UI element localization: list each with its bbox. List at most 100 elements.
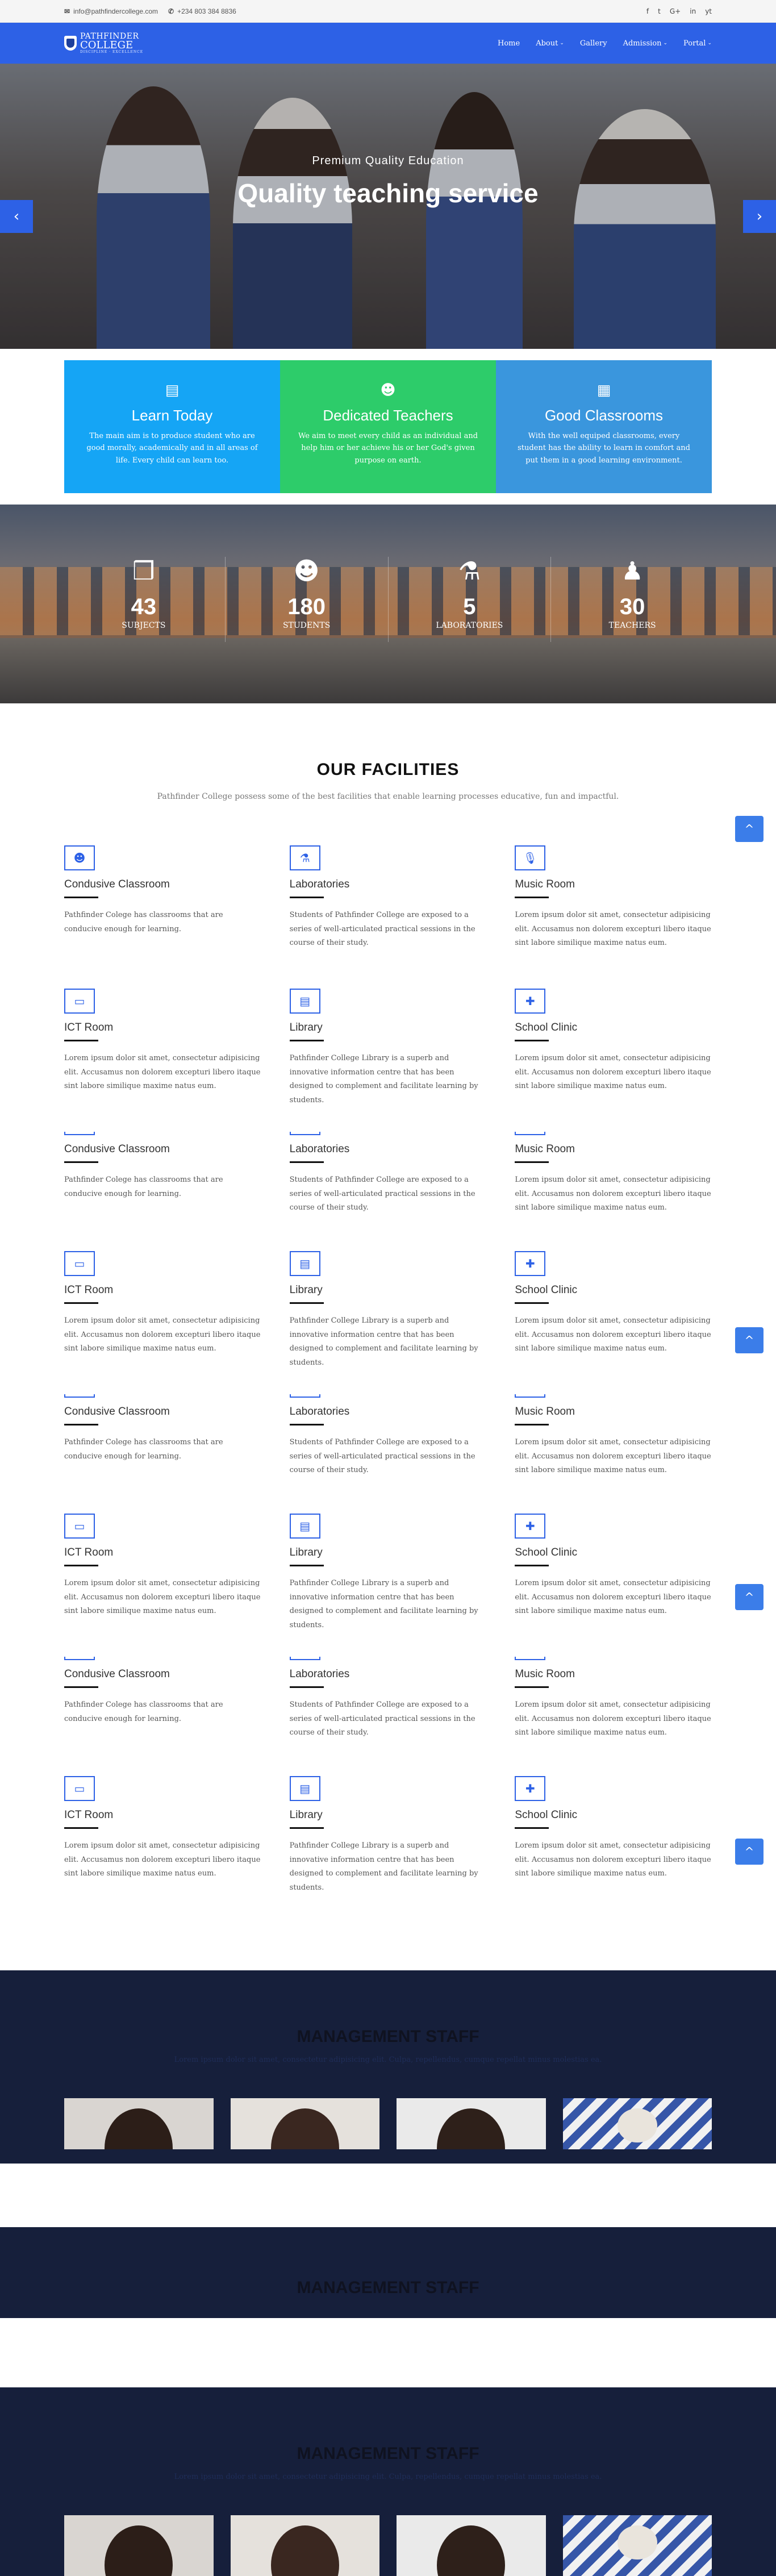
facility-text: Lorem ipsum dolor sit amet, consectetur … <box>515 1438 711 1475</box>
management-subtitle: Lorem ipsum dolor sit amet, consectetur … <box>174 2473 602 2481</box>
microphone-icon: 🎙 <box>515 845 546 870</box>
facility-music-room: 🎙 Music Room Lorem ipsum dolor sit amet, c… <box>515 1657 712 1776</box>
linkedin-icon[interactable]: in <box>690 7 696 15</box>
facility-title: Library <box>289 1284 323 1296</box>
laptop-icon: ▭ <box>64 1514 95 1539</box>
nav-gallery[interactable]: Gallery <box>580 39 607 48</box>
users-icon: ☻ <box>293 557 320 586</box>
facility-text: Lorem ipsum dolor sit amet, consectetur … <box>515 1700 711 1737</box>
twitter-icon[interactable]: t <box>658 7 661 15</box>
google-plus-icon[interactable]: G+ <box>670 7 681 15</box>
staff-photo[interactable] <box>562 2515 712 2576</box>
facility-school-clinic: ✚ School Clinic Lorem ipsum dolor sit amet… <box>515 1251 712 1394</box>
nav-admission[interactable]: Admission ⌄ <box>623 39 667 48</box>
facility-title: Laboratories <box>289 878 350 890</box>
book-icon: ▤ <box>289 989 320 1014</box>
facility-title: Library <box>289 1809 323 1821</box>
management-title: MANAGEMENT STAFF <box>297 2278 479 2297</box>
flask-icon: ⚗ <box>458 557 481 586</box>
facility-ict-room: ▭ ICT Room Lorem ipsum dolor sit amet, con… <box>64 1251 261 1394</box>
facility-title: School Clinic <box>515 1284 578 1296</box>
site-logo[interactable]: PATHFINDER COLLEGE DISCIPLINE · EXCELLEN… <box>64 32 143 54</box>
facility-laboratories: ⚗ Laboratories Students of Pathfinder Coll… <box>289 1132 487 1251</box>
feature-boxes: ▤ Learn Today The main aim is to produce… <box>64 360 712 493</box>
microphone-icon: 🎙 <box>515 1657 546 1660</box>
topbar: ✉ info@pathfindercollege.com ✆ +234 803 38… <box>0 0 776 23</box>
nav-home[interactable]: Home <box>498 39 520 48</box>
hero-eyebrow: Premium Quality Education <box>312 155 464 167</box>
chevron-up-icon: ^ <box>744 1845 754 1858</box>
stat-teachers: ♟ 30 Teachers <box>551 557 714 642</box>
staff-photo[interactable] <box>64 2098 214 2149</box>
chevron-up-icon: ^ <box>744 822 754 836</box>
staff-photo[interactable] <box>64 2515 214 2576</box>
facility-text: Students of Pathfinder College are expos… <box>289 911 475 948</box>
facility-text: Pathfinder College Library is a superb a… <box>289 1841 478 1893</box>
facility-condusive-classroom: ☻ Condusive Classroom Pathfinder Colege ha… <box>64 1657 261 1776</box>
nav-portal[interactable]: Portal ⌄ <box>683 39 712 48</box>
facility-music-room: 🎙 Music Room Lorem ipsum dolor sit amet, c… <box>515 1132 712 1251</box>
facility-title: ICT Room <box>64 1547 114 1558</box>
facility-text: Pathfinder College Library is a superb a… <box>289 1316 478 1368</box>
facility-text: Pathfinder Colege has classrooms that ar… <box>64 1700 223 1723</box>
facility-title: ICT Room <box>64 1022 114 1033</box>
book-icon: ▤ <box>289 1514 320 1539</box>
users-icon: ☻ <box>64 845 95 870</box>
feature-good-classrooms: ▦ Good Classrooms With the well equiped … <box>496 360 712 493</box>
flask-icon: ⚗ <box>289 1394 320 1398</box>
feature-dedicated-teachers: ☻ Dedicated Teachers We aim to meet ever… <box>280 360 496 493</box>
stat-students: ☻ 180 Students <box>226 557 389 642</box>
back-to-top-button[interactable]: ^ <box>735 1327 764 1353</box>
staff-photo[interactable] <box>397 2515 546 2576</box>
envelope-icon: ✉ <box>64 7 70 15</box>
staff-photo[interactable] <box>397 2098 546 2149</box>
nav-about[interactable]: About ⌄ <box>536 39 564 48</box>
phone-icon: ✆ <box>168 7 174 15</box>
facility-text: Pathfinder College Library is a superb a… <box>289 1054 478 1105</box>
facility-title: Library <box>289 1022 323 1033</box>
facility-text: Students of Pathfinder College are expos… <box>289 1700 475 1737</box>
youtube-icon[interactable]: yt <box>705 7 712 15</box>
facility-library: ▤ Library Pathfinder College Library is a … <box>289 989 487 1132</box>
phone-contact[interactable]: ✆ +234 803 384 8836 <box>168 7 236 15</box>
facility-text: Lorem ipsum dolor sit amet, consectetur … <box>64 1841 261 1878</box>
facility-text: Lorem ipsum dolor sit amet, consectetur … <box>64 1579 261 1616</box>
facility-title: Music Room <box>515 1143 575 1155</box>
facilities-subtitle: Pathfinder College possess some of the b… <box>157 792 619 801</box>
back-to-top-button[interactable]: ^ <box>735 816 764 842</box>
facility-title: Laboratories <box>289 1668 350 1680</box>
back-to-top-button[interactable]: ^ <box>735 1839 764 1865</box>
facility-school-clinic: ✚ School Clinic Lorem ipsum dolor sit amet… <box>515 1776 712 1919</box>
back-to-top-button[interactable]: ^ <box>735 1584 764 1610</box>
staff-photo[interactable] <box>230 2515 379 2576</box>
chevron-up-icon: ^ <box>744 1333 754 1347</box>
facility-title: Condusive Classroom <box>64 878 170 890</box>
facility-title: School Clinic <box>515 1809 578 1821</box>
facilities-title: OUR FACILITIES <box>316 760 460 779</box>
facility-title: Condusive Classroom <box>64 1406 170 1418</box>
laptop-icon: ▭ <box>64 989 95 1014</box>
book-icon: ❒ <box>132 557 155 586</box>
facility-title: School Clinic <box>515 1022 578 1033</box>
facility-ict-room: ▭ ICT Room Lorem ipsum dolor sit amet, con… <box>64 1514 261 1657</box>
facility-music-room: 🎙 Music Room Lorem ipsum dolor sit amet, c… <box>515 1394 712 1514</box>
management-subtitle: Lorem ipsum dolor sit amet, consectetur … <box>174 2056 602 2064</box>
management-section: MANAGEMENT STAFF Lorem ipsum dolor sit a… <box>0 1970 776 2164</box>
slider-next-button[interactable]: › <box>743 200 776 233</box>
facility-title: Condusive Classroom <box>64 1668 170 1680</box>
book-icon: ▤ <box>165 382 180 399</box>
slider-prev-button[interactable]: ‹ <box>0 200 33 233</box>
microphone-icon: 🎙 <box>515 1132 546 1135</box>
staff-photo[interactable] <box>562 2098 712 2149</box>
chevron-down-icon: ⌄ <box>663 40 668 46</box>
facility-title: Library <box>289 1547 323 1558</box>
email-contact[interactable]: ✉ info@pathfindercollege.com <box>64 7 158 15</box>
management-title: MANAGEMENT STAFF <box>297 2444 479 2463</box>
facility-text: Pathfinder College Library is a superb a… <box>289 1579 478 1630</box>
facebook-icon[interactable]: f <box>646 7 649 15</box>
facility-laboratories: ⚗ Laboratories Students of Pathfinder Coll… <box>289 1657 487 1776</box>
staff-photo[interactable] <box>230 2098 379 2149</box>
facility-text: Pathfinder Colege has classrooms that ar… <box>64 1176 223 1198</box>
facility-library: ▤ Library Pathfinder College Library is a … <box>289 1514 487 1657</box>
users-icon: ☻ <box>64 1657 95 1660</box>
